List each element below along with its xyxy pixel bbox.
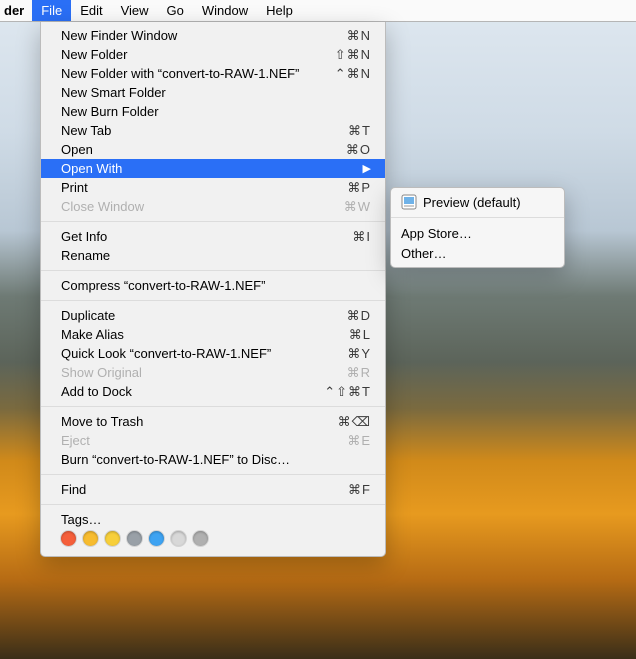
menu-item-shortcut: ⌘P (339, 180, 371, 196)
menu-item-label: Show Original (61, 365, 339, 380)
submenu-item-preview-default[interactable]: Preview (default) (391, 192, 564, 212)
menu-item-shortcut: ⌘F (340, 482, 371, 498)
menu-separator (41, 270, 385, 271)
submenu-item-label: App Store… (401, 226, 550, 241)
preview-app-icon (401, 194, 417, 210)
menu-item-label: Find (61, 482, 340, 497)
menu-separator (41, 504, 385, 505)
menu-separator (391, 217, 564, 218)
menu-item-label: Add to Dock (61, 384, 316, 399)
tag-color-dot[interactable] (193, 531, 208, 546)
menu-item-shortcut: ⌘D (339, 308, 371, 324)
tag-color-dot[interactable] (83, 531, 98, 546)
menubar: der FileEditViewGoWindowHelp (0, 0, 636, 22)
menu-item-add-to-dock[interactable]: Add to Dock⌃⇧⌘T (41, 382, 385, 401)
menu-item-shortcut: ⌃⇧⌘T (316, 384, 371, 400)
menubar-item-edit[interactable]: Edit (71, 0, 111, 21)
open-with-submenu: Preview (default) App Store… Other… (390, 187, 565, 268)
menu-item-label: Duplicate (61, 308, 339, 323)
menu-item-label: New Folder with “convert-to-RAW-1.NEF” (61, 66, 327, 81)
submenu-item-label: Preview (default) (423, 195, 550, 210)
submenu-item-other[interactable]: Other… (391, 243, 564, 263)
menu-item-make-alias[interactable]: Make Alias⌘L (41, 325, 385, 344)
menu-item-shortcut: ⌘I (344, 229, 371, 245)
menu-item-quick-look-convert-to-raw-1-nef[interactable]: Quick Look “convert-to-RAW-1.NEF”⌘Y (41, 344, 385, 363)
menu-item-shortcut: ⌘E (339, 433, 371, 449)
menu-item-label: Rename (61, 248, 371, 263)
menu-item-label: New Finder Window (61, 28, 339, 43)
tag-color-dot[interactable] (61, 531, 76, 546)
menu-item-open[interactable]: Open⌘O (41, 140, 385, 159)
menu-item-label: Open (61, 142, 338, 157)
menu-item-shortcut: ⇧⌘N (327, 47, 371, 63)
menu-separator (41, 221, 385, 222)
menu-item-shortcut: ⌘T (340, 123, 371, 139)
menu-item-label: Eject (61, 433, 339, 448)
submenu-item-label: Other… (401, 246, 550, 261)
menu-item-duplicate[interactable]: Duplicate⌘D (41, 306, 385, 325)
menu-item-label: Move to Trash (61, 414, 330, 429)
menu-item-find[interactable]: Find⌘F (41, 480, 385, 499)
submenu-item-app-store[interactable]: App Store… (391, 223, 564, 243)
menu-item-show-original: Show Original⌘R (41, 363, 385, 382)
menu-item-open-with[interactable]: Open With ▶ (41, 159, 385, 178)
menu-item-new-burn-folder[interactable]: New Burn Folder (41, 102, 385, 121)
tag-color-dot[interactable] (127, 531, 142, 546)
menu-item-compress-convert-to-raw-1-nef[interactable]: Compress “convert-to-RAW-1.NEF” (41, 276, 385, 295)
menu-item-shortcut: ⌘R (339, 365, 371, 381)
menu-item-label: Get Info (61, 229, 344, 244)
menu-item-move-to-trash[interactable]: Move to Trash⌘⌫ (41, 412, 385, 431)
menu-item-label: Print (61, 180, 339, 195)
file-menu-dropdown: New Finder Window⌘NNew Folder⇧⌘NNew Fold… (40, 22, 386, 557)
menu-item-shortcut: ⌘N (339, 28, 371, 44)
menu-item-new-folder-with-convert-to-raw-1-nef[interactable]: New Folder with “convert-to-RAW-1.NEF”⌃⌘… (41, 64, 385, 83)
menu-item-label: New Burn Folder (61, 104, 371, 119)
tag-color-dot[interactable] (171, 531, 186, 546)
tag-color-row (41, 529, 385, 550)
menu-item-eject: Eject⌘E (41, 431, 385, 450)
menu-item-burn-convert-to-raw-1-nef-to-disc[interactable]: Burn “convert-to-RAW-1.NEF” to Disc… (41, 450, 385, 469)
menu-separator (41, 474, 385, 475)
menu-item-close-window: Close Window⌘W (41, 197, 385, 216)
menu-separator (41, 300, 385, 301)
menu-item-get-info[interactable]: Get Info⌘I (41, 227, 385, 246)
menu-item-shortcut: ⌘W (336, 199, 371, 215)
menu-item-label: Make Alias (61, 327, 341, 342)
menubar-item-go[interactable]: Go (158, 0, 193, 21)
tag-color-dot[interactable] (149, 531, 164, 546)
menu-item-new-folder[interactable]: New Folder⇧⌘N (41, 45, 385, 64)
menu-item-label: New Folder (61, 47, 327, 62)
menu-item-shortcut: ⌘⌫ (330, 414, 371, 430)
menu-item-label: New Tab (61, 123, 340, 138)
menu-item-label: Tags… (61, 512, 371, 527)
menu-item-label: Burn “convert-to-RAW-1.NEF” to Disc… (61, 452, 371, 467)
menu-item-label: New Smart Folder (61, 85, 371, 100)
menu-item-label: Quick Look “convert-to-RAW-1.NEF” (61, 346, 339, 361)
menu-item-shortcut: ⌃⌘N (327, 66, 371, 82)
app-name: der (0, 0, 32, 21)
menu-item-print[interactable]: Print⌘P (41, 178, 385, 197)
menu-item-tags[interactable]: Tags… (41, 510, 385, 529)
menu-item-rename[interactable]: Rename (41, 246, 385, 265)
menu-item-shortcut: ⌘Y (339, 346, 371, 362)
menu-item-shortcut: ⌘L (341, 327, 371, 343)
menubar-item-help[interactable]: Help (257, 0, 302, 21)
menu-item-label: Close Window (61, 199, 336, 214)
menu-item-new-finder-window[interactable]: New Finder Window⌘N (41, 26, 385, 45)
menu-item-shortcut: ⌘O (338, 142, 371, 158)
menu-item-new-smart-folder[interactable]: New Smart Folder (41, 83, 385, 102)
menubar-item-view[interactable]: View (112, 0, 158, 21)
menubar-item-file[interactable]: File (32, 0, 71, 21)
tag-color-dot[interactable] (105, 531, 120, 546)
menu-item-new-tab[interactable]: New Tab⌘T (41, 121, 385, 140)
menu-separator (41, 406, 385, 407)
menubar-item-window[interactable]: Window (193, 0, 257, 21)
menu-item-label: Open With (61, 161, 357, 176)
menu-item-label: Compress “convert-to-RAW-1.NEF” (61, 278, 371, 293)
submenu-arrow-icon: ▶ (363, 162, 371, 175)
